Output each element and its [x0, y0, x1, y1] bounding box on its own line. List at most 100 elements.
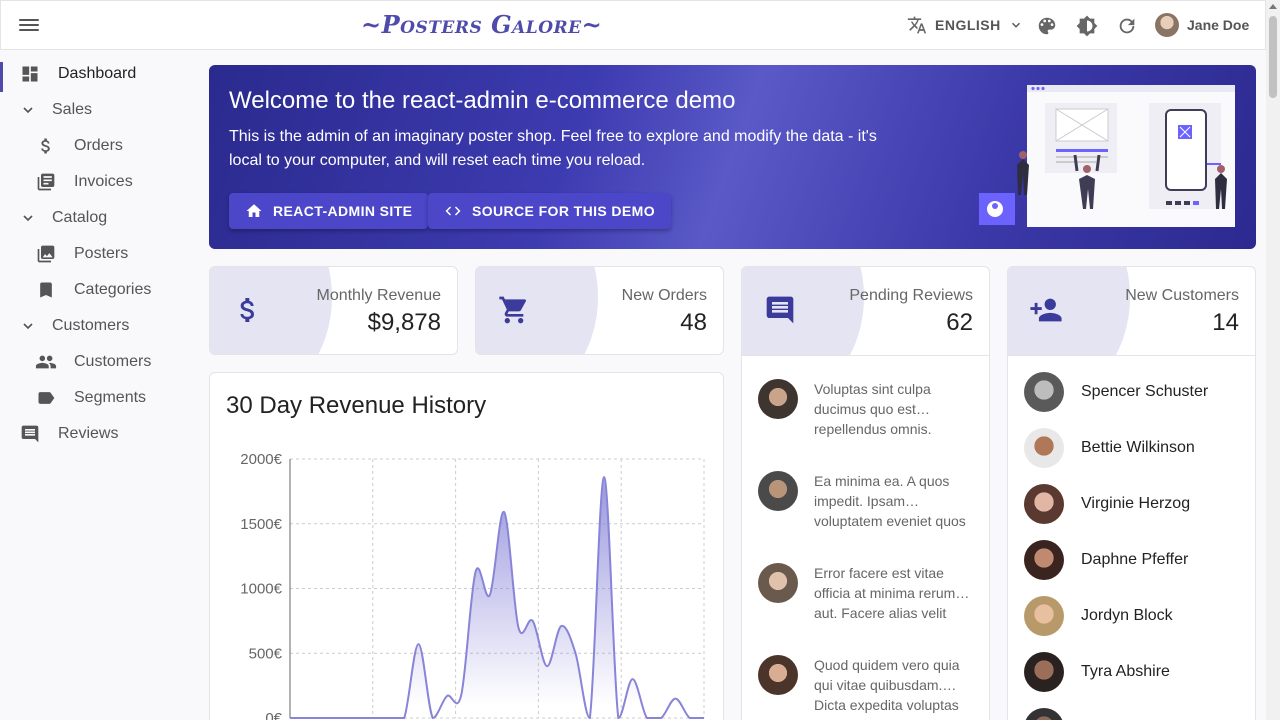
dashboard-icon: [19, 63, 41, 85]
dollar-icon: [35, 135, 57, 157]
button-label: REACT-ADMIN SITE: [273, 203, 413, 219]
stat-value: $9,878: [367, 309, 441, 336]
react-admin-site-button[interactable]: REACT-ADMIN SITE: [229, 193, 429, 229]
avatar: [758, 379, 798, 419]
bookmark-icon: [35, 279, 57, 301]
comment-icon: [762, 292, 798, 328]
customer-name: Bettie Wilkinson: [1081, 439, 1195, 456]
palette-icon[interactable]: [1036, 15, 1058, 37]
customer-item[interactable]: [1024, 708, 1064, 720]
y-tick-label: 1500€: [240, 516, 282, 533]
language-selector[interactable]: ENGLISH: [907, 15, 1023, 35]
new-customers-card: New Customers 14 Spencer Schuster Bettie…: [1007, 266, 1256, 720]
review-text: Quod quidem vero quia qui vitae quibusdam…: [814, 657, 960, 713]
scroll-up-arrow[interactable]: [1269, 4, 1277, 9]
avatar: [1024, 708, 1064, 720]
new-customers-header[interactable]: New Customers 14: [1008, 267, 1255, 356]
banner-text: This is the admin of an imaginary poster…: [229, 128, 877, 169]
scrollbar-thumb[interactable]: [1269, 16, 1277, 98]
avatar: [1024, 652, 1064, 692]
people-icon: [35, 351, 57, 373]
person-add-icon: [1028, 292, 1064, 328]
avatar: [758, 471, 798, 511]
customer-name: Spencer Schuster: [1081, 383, 1209, 400]
refresh-icon[interactable]: [1116, 15, 1138, 37]
sidebar-item-customers[interactable]: Customers: [0, 344, 200, 380]
pending-reviews-header[interactable]: Pending Reviews 62: [742, 267, 989, 356]
customer-item[interactable]: Daphne Pfeffer: [1024, 540, 1188, 580]
sidebar-item-dashboard[interactable]: Dashboard: [0, 56, 200, 92]
new-orders-card[interactable]: New Orders 48: [475, 266, 724, 355]
chevron-down-icon: [17, 315, 39, 337]
list-item[interactable]: Ea minima ea. A quos impedit. Ipsam… volup…: [758, 471, 978, 531]
avatar: [1024, 484, 1064, 524]
avatar: [1024, 596, 1064, 636]
y-tick-label: 500€: [249, 645, 283, 662]
cart-icon: [496, 292, 532, 328]
user-menu[interactable]: Jane Doe: [1155, 13, 1249, 37]
sidebar-item-label: Customers: [52, 317, 130, 334]
stat-label: New Orders: [621, 287, 707, 304]
avatar: [1024, 428, 1064, 468]
page-scrollbar[interactable]: [1266, 0, 1280, 720]
chevron-down-icon: [1011, 22, 1020, 28]
dollar-icon: [230, 292, 266, 328]
review-text: Ea minima ea. A quos impedit. Ipsam… volup…: [814, 473, 966, 529]
list-item[interactable]: Voluptas sint culpa ducimus quo est… repel…: [758, 379, 978, 439]
customer-item[interactable]: Spencer Schuster: [1024, 372, 1208, 412]
customer-name: Tyra Abshire: [1081, 663, 1170, 680]
sidebar-item-label: Sales: [52, 101, 93, 118]
sidebar-item-posters[interactable]: Posters: [0, 236, 200, 272]
user-name: Jane Doe: [1187, 17, 1250, 33]
banner-title: Welcome to the react-admin e-commerce de…: [229, 87, 736, 114]
customer-item[interactable]: Bettie Wilkinson: [1024, 428, 1195, 468]
sidebar-item-segments[interactable]: Segments: [0, 380, 200, 416]
stat-label: Pending Reviews: [849, 287, 973, 304]
dashboard-illustration: [979, 85, 1235, 227]
chevron-down-icon: [17, 99, 39, 121]
avatar: [1024, 372, 1064, 412]
home-icon: [245, 202, 263, 220]
app-bar: ~Posters Galore~ ENGLISH Jane Doe: [0, 0, 1266, 50]
sidebar-item-label: Invoices: [74, 173, 133, 190]
sidebar-item-label: Catalog: [52, 209, 108, 226]
button-label: SOURCE FOR THIS DEMO: [472, 203, 656, 219]
sidebar-group-customers[interactable]: Customers: [0, 308, 200, 344]
customer-item[interactable]: Virginie Herzog: [1024, 484, 1190, 524]
review-text: Voluptas sint culpa ducimus quo est… repel…: [814, 381, 932, 437]
area-fill: [290, 477, 704, 718]
avatar: [758, 563, 798, 603]
sidebar-item-orders[interactable]: Orders: [0, 128, 200, 164]
sidebar-item-label: Reviews: [58, 425, 119, 442]
list-item[interactable]: Error facere est vitae officia at minima …: [758, 563, 978, 623]
list-item[interactable]: Quod quidem vero quia qui vitae quibusdam…: [758, 655, 978, 715]
card-decoration: [210, 267, 332, 354]
stat-label: New Customers: [1125, 287, 1239, 304]
revenue-history-card: 30 Day Revenue History 2000€ 1500€ 1000€ 50…: [209, 372, 724, 720]
sidebar-group-catalog[interactable]: Catalog: [0, 200, 200, 236]
stat-label: Monthly Revenue: [316, 287, 441, 304]
y-tick-label: 0€: [265, 710, 282, 720]
language-label: ENGLISH: [935, 17, 1001, 33]
customer-name: Daphne Pfeffer: [1081, 551, 1189, 568]
sidebar-item-categories[interactable]: Categories: [0, 272, 200, 308]
sidebar-item-invoices[interactable]: Invoices: [0, 164, 200, 200]
card-decoration: [476, 267, 598, 354]
sidebar-group-sales[interactable]: Sales: [0, 92, 200, 128]
theme-toggle-icon[interactable]: [1076, 15, 1098, 37]
stat-value: 48: [680, 309, 707, 336]
source-for-demo-button[interactable]: SOURCE FOR THIS DEMO: [428, 193, 672, 229]
y-tick-label: 1000€: [240, 581, 282, 598]
sidebar-item-label: Segments: [74, 389, 147, 406]
card-decoration: [1008, 267, 1130, 355]
monthly-revenue-card[interactable]: Monthly Revenue $9,878: [209, 266, 458, 355]
avatar: [758, 655, 798, 695]
code-icon: [444, 202, 462, 220]
sidebar-item-reviews[interactable]: Reviews: [0, 416, 200, 452]
menu-icon[interactable]: [19, 16, 39, 36]
label-icon: [35, 387, 57, 409]
customer-item[interactable]: Jordyn Block: [1024, 596, 1173, 636]
customer-name: Jordyn Block: [1081, 607, 1173, 624]
comment-icon: [19, 423, 41, 445]
customer-item[interactable]: Tyra Abshire: [1024, 652, 1170, 692]
